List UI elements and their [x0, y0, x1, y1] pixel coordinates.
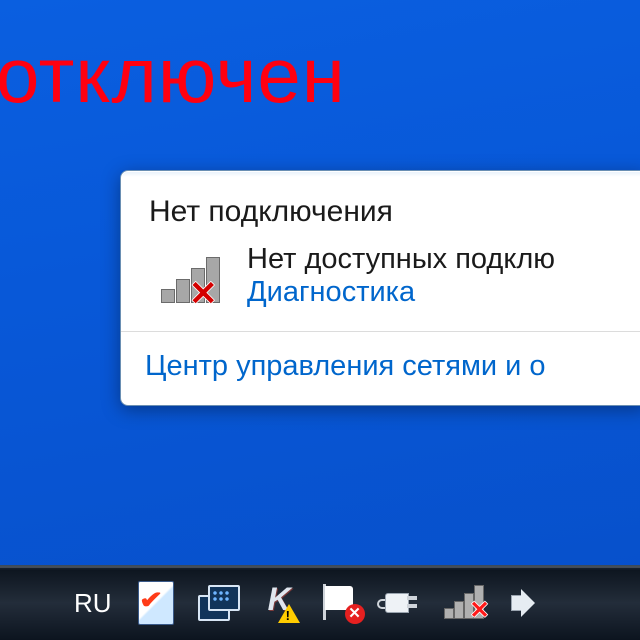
flag-error-icon: ✕ [321, 584, 363, 622]
volume-tray-icon[interactable] [506, 581, 550, 625]
language-indicator[interactable]: RU [70, 581, 116, 625]
security-report-tray-icon[interactable] [134, 581, 178, 625]
signal-bars-x-icon: ✕ [444, 583, 488, 623]
flyout-title: Нет подключения [121, 171, 640, 233]
action-center-tray-icon[interactable]: ✕ [320, 581, 364, 625]
diagnose-link[interactable]: Диагностика [247, 276, 555, 309]
taskbar: RU K ✕ ✕ [0, 565, 640, 640]
network-flyout: Нет подключения ✕ Нет доступных подклю Д… [120, 170, 640, 406]
network-center-link[interactable]: Центр управления сетями и о [121, 332, 640, 405]
stacked-windows-icon [198, 585, 238, 621]
power-tray-icon[interactable] [382, 581, 426, 625]
desktop: отключен Нет подключения ✕ Нет доступных… [0, 0, 640, 640]
antivirus-tray-icon[interactable]: K [258, 581, 302, 625]
window-switcher-tray-icon[interactable] [196, 581, 240, 625]
antivirus-warning-icon: K [260, 583, 300, 623]
speaker-icon [511, 583, 545, 623]
network-tray-icon[interactable]: ✕ [444, 581, 488, 625]
signal-bars-disconnected-icon: ✕ [161, 251, 229, 303]
power-plug-icon [383, 585, 425, 621]
overlay-caption: отключен [0, 30, 346, 121]
document-check-icon [138, 581, 174, 625]
no-connections-label: Нет доступных подклю [247, 243, 555, 276]
